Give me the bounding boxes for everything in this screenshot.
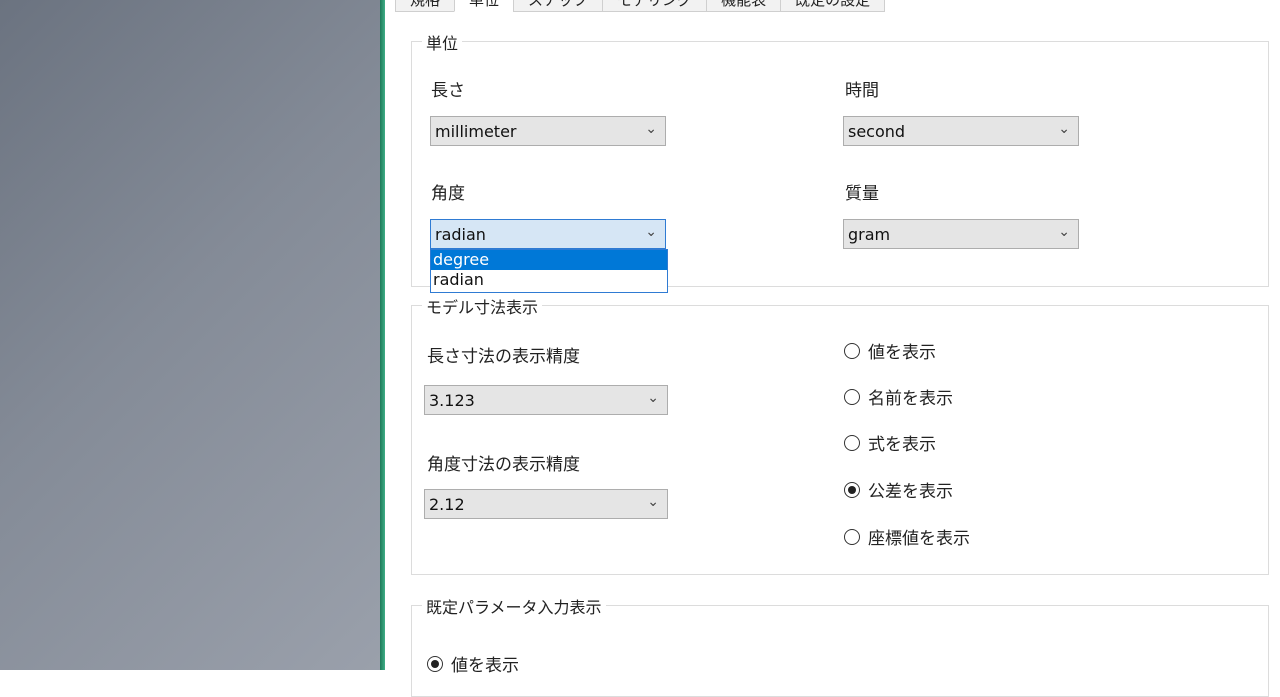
tab-modeling[interactable]: モデリング — [602, 0, 708, 12]
chevron-down-icon: ⌄ — [1058, 224, 1070, 240]
mass-unit-value: gram — [848, 225, 891, 244]
time-unit-value: second — [848, 122, 906, 141]
angle-label: 角度 — [431, 184, 465, 204]
length-precision-value: 3.123 — [429, 391, 475, 410]
tab-snap[interactable]: スナップ — [513, 0, 604, 12]
length-label: 長さ — [431, 81, 465, 101]
mass-label: 質量 — [845, 184, 879, 204]
tab-units[interactable]: 単位 — [454, 0, 515, 12]
angle-unit-select[interactable]: radian ⌄ — [430, 219, 666, 249]
radio-icon[interactable] — [844, 388, 860, 405]
radio-icon[interactable] — [427, 655, 443, 672]
dropdown-option-radian[interactable]: radian — [431, 270, 667, 290]
angle-precision-value: 2.12 — [429, 495, 465, 514]
dropdown-option-degree[interactable]: degree — [431, 250, 667, 270]
model-dimension-legend: モデル寸法表示 — [422, 294, 543, 318]
mass-unit-select[interactable]: gram ⌄ — [843, 219, 1079, 249]
tab-function-table[interactable]: 機能表 — [706, 0, 782, 12]
tab-default-settings[interactable]: 既定の設定 — [780, 0, 886, 12]
angle-precision-label: 角度寸法の表示精度 — [427, 455, 580, 475]
radio-label: 座標値を表示 — [868, 529, 970, 549]
chevron-down-icon: ⌄ — [647, 390, 659, 406]
radio-label: 値を表示 — [868, 343, 936, 363]
radio-icon[interactable] — [844, 434, 860, 451]
param-radio-show-value[interactable]: 値を表示 — [427, 651, 519, 676]
angle-unit-dropdown-list: degree radian — [430, 249, 668, 293]
length-precision-select[interactable]: 3.123 ⌄ — [424, 385, 668, 415]
length-unit-select[interactable]: millimeter ⌄ — [430, 116, 666, 146]
radio-label: 値を表示 — [451, 656, 519, 676]
parameter-display-group: 既定パラメータ入力表示 — [411, 594, 1269, 697]
radio-show-coordinates[interactable]: 座標値を表示 — [844, 524, 970, 549]
radio-show-tolerance[interactable]: 公差を表示 — [844, 477, 953, 502]
radio-icon[interactable] — [844, 528, 860, 545]
radio-show-formula[interactable]: 式を表示 — [844, 430, 936, 455]
chevron-down-icon: ⌄ — [647, 494, 659, 510]
radio-label: 公差を表示 — [868, 482, 953, 502]
tab-standard[interactable]: 規格 — [395, 0, 456, 12]
time-unit-select[interactable]: second ⌄ — [843, 116, 1079, 146]
radio-icon[interactable] — [844, 481, 860, 498]
units-group-legend: 単位 — [422, 30, 463, 54]
time-label: 時間 — [845, 81, 879, 101]
chevron-down-icon: ⌄ — [645, 121, 657, 137]
desktop-background — [0, 0, 380, 670]
radio-label: 名前を表示 — [868, 389, 953, 409]
radio-selected-dot — [431, 659, 439, 668]
radio-label: 式を表示 — [868, 435, 936, 455]
tab-strip: 規格 単位 スナップ モデリング 機能表 既定の設定 — [395, 0, 886, 12]
radio-show-name[interactable]: 名前を表示 — [844, 384, 953, 409]
radio-selected-dot — [848, 485, 856, 494]
chevron-down-icon: ⌄ — [645, 224, 657, 240]
length-unit-value: millimeter — [435, 122, 517, 141]
radio-show-value[interactable]: 値を表示 — [844, 338, 936, 363]
chevron-down-icon: ⌄ — [1058, 121, 1070, 137]
angle-unit-value: radian — [435, 225, 486, 244]
angle-precision-select[interactable]: 2.12 ⌄ — [424, 489, 668, 519]
radio-icon[interactable] — [844, 342, 860, 359]
parameter-display-legend: 既定パラメータ入力表示 — [422, 594, 606, 618]
length-precision-label: 長さ寸法の表示精度 — [427, 347, 580, 367]
